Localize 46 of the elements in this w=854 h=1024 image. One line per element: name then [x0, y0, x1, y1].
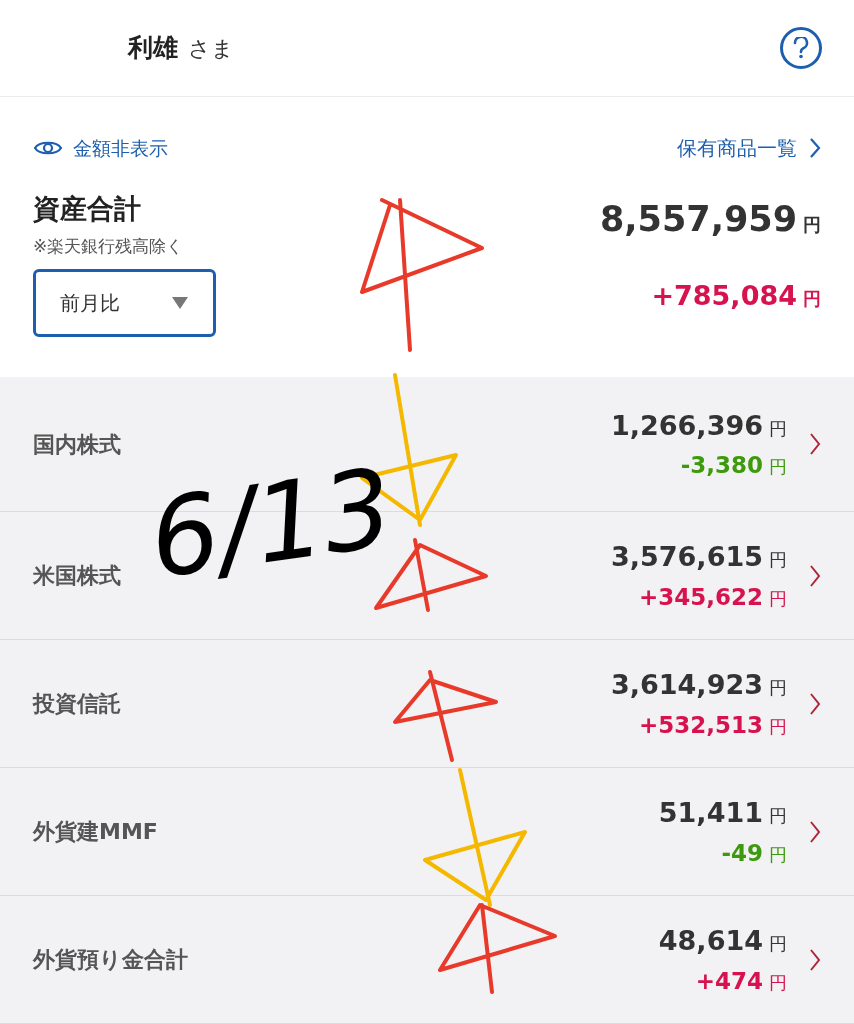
total-change: +785,084	[651, 278, 797, 313]
currency-unit: 円	[769, 455, 787, 479]
asset-category-label: 投資信託	[33, 690, 121, 718]
currency-unit: 円	[769, 842, 787, 867]
currency-unit: 円	[769, 932, 787, 956]
currency-unit: 円	[769, 804, 787, 828]
asset-change: -3,380	[680, 451, 763, 480]
asset-change: +345,622	[638, 582, 763, 612]
asset-category-label: 外貨建MMF	[33, 818, 158, 846]
chevron-right-icon	[809, 137, 821, 159]
hide-amounts-toggle[interactable]: 金額非表示	[33, 133, 168, 163]
period-dropdown[interactable]: 前月比	[33, 269, 216, 337]
help-button[interactable]	[780, 27, 822, 69]
asset-amount: 48,614	[658, 924, 763, 958]
currency-unit: 円	[769, 970, 787, 995]
chevron-right-icon	[809, 691, 821, 716]
currency-unit: 円	[803, 286, 821, 311]
asset-amount: 51,411	[658, 796, 763, 830]
chevron-right-icon	[809, 563, 821, 588]
note-text: ※楽天銀行残高除く	[33, 234, 185, 258]
total-assets-label: 資産合計	[33, 192, 142, 226]
currency-unit: 円	[803, 213, 821, 237]
user-name: 利雄	[128, 32, 178, 65]
chevron-right-icon	[809, 432, 821, 456]
question-mark-icon	[793, 37, 809, 59]
asset-category-label: 米国株式	[33, 562, 121, 590]
currency-unit: 円	[769, 714, 787, 739]
asset-change: +474	[695, 966, 763, 996]
holdings-link[interactable]: 保有商品一覧	[677, 133, 821, 163]
handwritten-date: 6/13	[143, 453, 399, 595]
asset-change: +532,513	[638, 710, 763, 740]
honorific: さま	[188, 34, 234, 63]
asset-amount: 1,266,396	[610, 408, 763, 443]
asset-change: -49	[721, 838, 763, 868]
currency-unit: 円	[769, 586, 787, 611]
dropdown-triangle-icon	[171, 296, 189, 310]
total-amount: 8,557,959	[599, 198, 797, 241]
chevron-right-icon	[809, 947, 821, 972]
asset-amount: 3,576,615	[610, 540, 763, 574]
asset-amount: 3,614,923	[610, 668, 763, 702]
asset-category-label: 国内株式	[33, 430, 121, 459]
currency-unit: 円	[769, 676, 787, 700]
asset-category-label: 外貨預り金合計	[33, 946, 188, 974]
currency-unit: 円	[769, 416, 787, 441]
currency-unit: 円	[769, 548, 787, 572]
chevron-right-icon	[809, 819, 821, 844]
